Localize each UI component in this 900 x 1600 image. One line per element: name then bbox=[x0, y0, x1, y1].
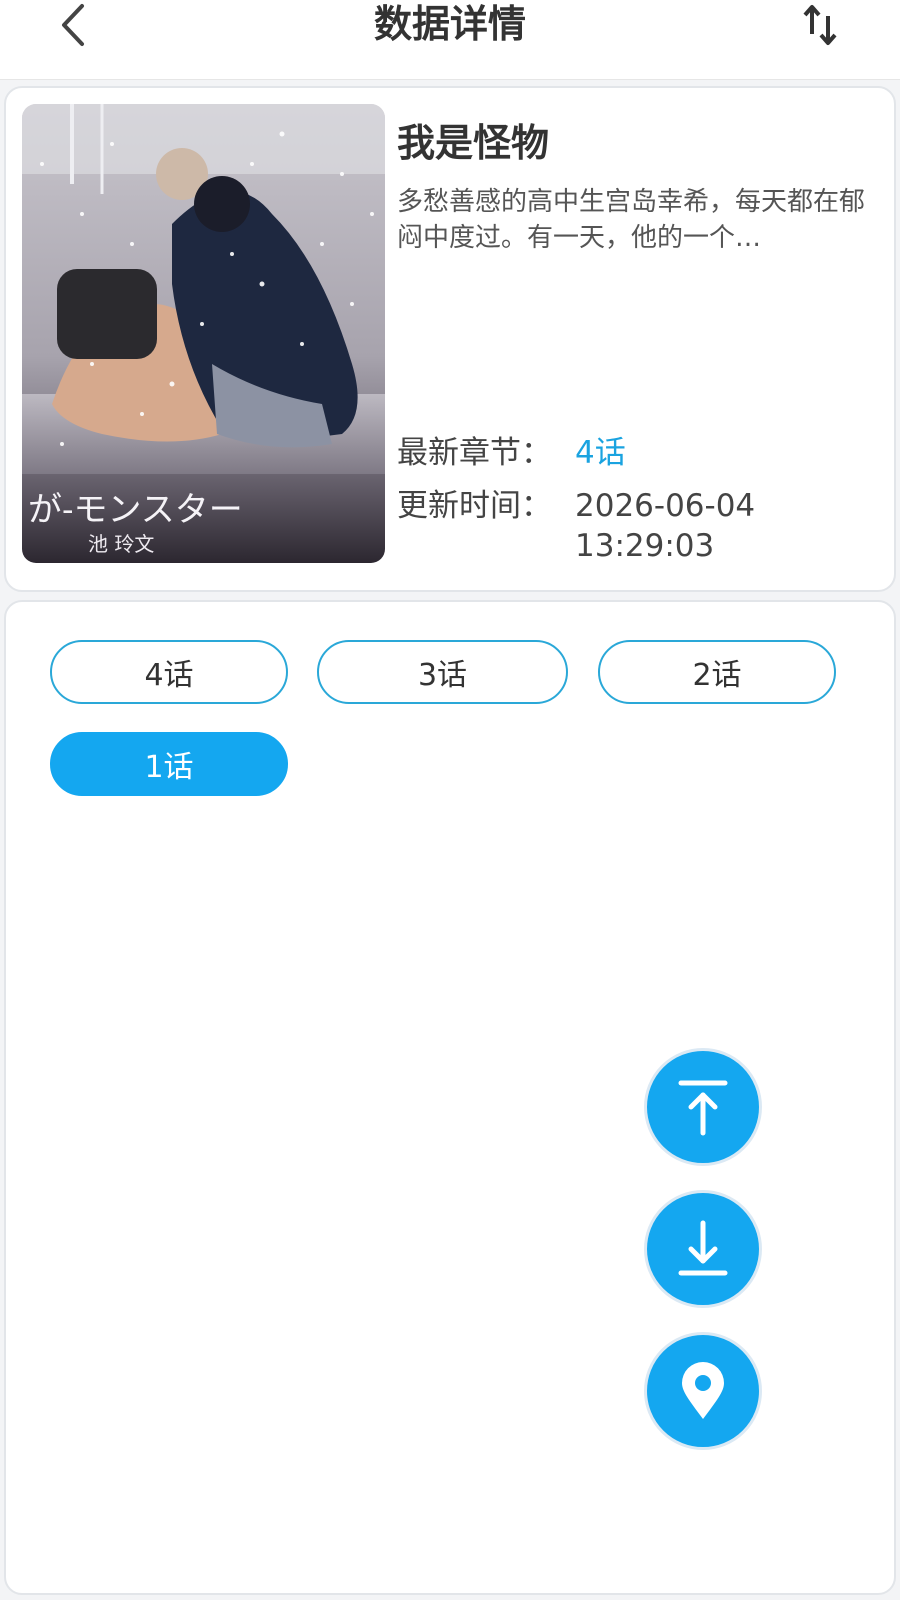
book-info-card: が-モンスター 池 玲文 我是怪物 多愁善感的高中生宫岛幸希，每天都在郁闷中度过… bbox=[4, 86, 896, 592]
scroll-to-top-button[interactable] bbox=[644, 1048, 762, 1166]
book-cover-image[interactable]: が-モンスター 池 玲文 bbox=[22, 104, 385, 563]
location-pin-icon bbox=[682, 1362, 724, 1419]
chapter-button-1[interactable]: 1话 bbox=[50, 732, 288, 796]
chapter-button-4[interactable]: 4话 bbox=[50, 640, 288, 704]
sort-button[interactable] bbox=[790, 0, 850, 50]
scroll-top-icon bbox=[678, 1080, 728, 1136]
chevron-left-icon bbox=[62, 4, 84, 46]
update-time-value: 2026-06-04 13:29:03 bbox=[575, 488, 756, 564]
book-description: 多愁善感的高中生宫岛幸希，每天都在郁闷中度过。有一天，他的一个… bbox=[397, 187, 866, 253]
scroll-to-bottom-button[interactable] bbox=[644, 1190, 762, 1308]
page-title: 数据详情 bbox=[373, 2, 526, 46]
chapter-list-card: 4话 3话 2话 1话 bbox=[4, 600, 896, 1595]
sort-arrows-icon bbox=[803, 5, 837, 45]
chapter-button-2[interactable]: 2话 bbox=[598, 640, 836, 704]
latest-chapter-link[interactable]: 4话 bbox=[575, 433, 626, 473]
scroll-bottom-icon bbox=[678, 1220, 728, 1276]
cover-author-text: 池 玲文 bbox=[88, 532, 155, 556]
chapter-button-3[interactable]: 3话 bbox=[317, 640, 568, 704]
back-button[interactable] bbox=[44, 0, 104, 50]
latest-chapter-label: 最新章节： bbox=[397, 435, 552, 471]
cover-title-text: が-モンスター bbox=[28, 490, 243, 530]
update-time-label: 更新时间： bbox=[397, 488, 552, 524]
locate-button[interactable] bbox=[644, 1332, 762, 1450]
top-bar: 数据详情 bbox=[0, 0, 900, 80]
book-title: 我是怪物 bbox=[397, 121, 550, 165]
